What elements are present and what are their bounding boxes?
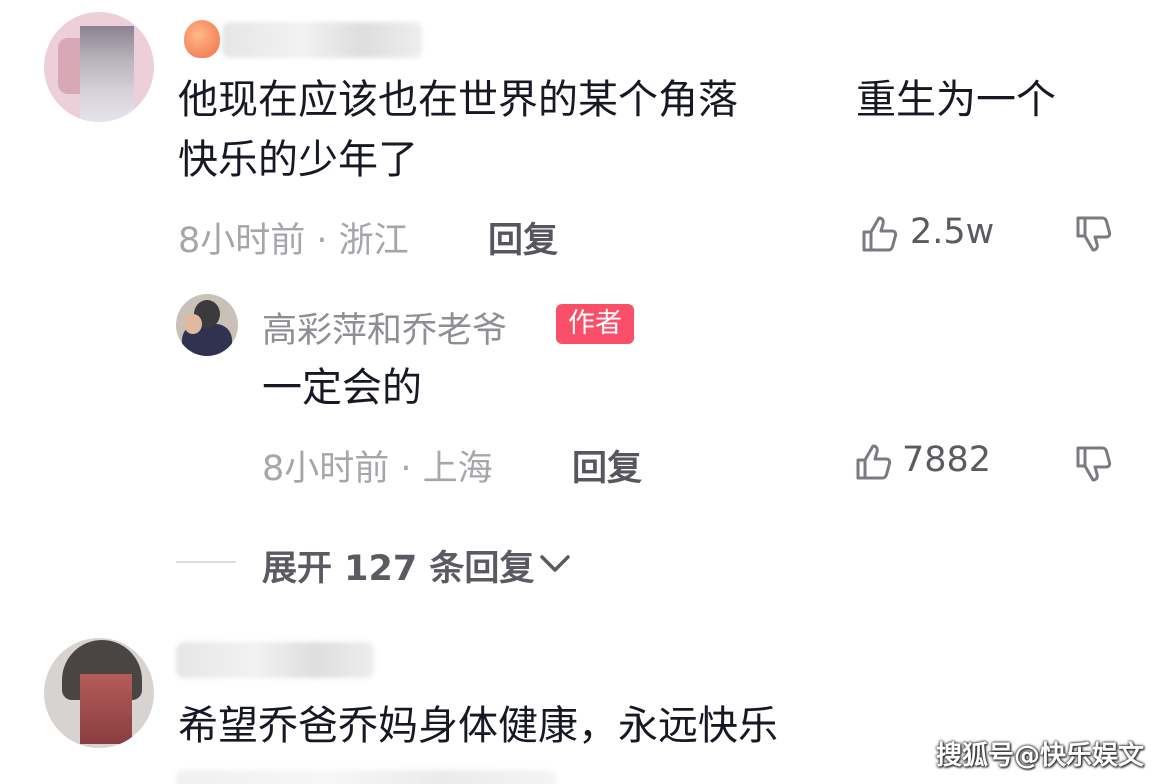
thumbs-down-icon[interactable] [1072,214,1116,258]
expand-divider [176,561,236,563]
commenter-avatar[interactable] [44,638,154,748]
author-avatar[interactable] [176,294,238,356]
author-badge: 作者 [556,304,634,344]
author-reply-button[interactable]: 回复 [572,440,642,491]
like-count: 2.5w [910,212,995,252]
cropped-meta-row [176,770,556,784]
author-like-count: 7882 [902,440,992,480]
reply-button[interactable]: 回复 [488,212,558,263]
thumbs-up-icon[interactable] [858,212,902,256]
thumbs-down-icon[interactable] [1072,444,1116,488]
comment-page: 他现在应该也在世界的某个角落 重生为一个 快乐的少年了 8小时前 · 浙江 回复… [0,0,1166,784]
author-reply-text: 一定会的 [262,365,422,411]
watermark: 搜狐号@快乐娱文 [935,741,1144,771]
peach-emoji-icon [184,20,220,58]
comment-meta: 8小时前 · 浙江 [178,221,409,261]
commenter-avatar[interactable] [44,12,154,122]
comment-text-line1: 他现在应该也在世界的某个角落 [178,77,738,123]
blurred-username[interactable] [222,22,422,58]
author-username[interactable]: 高彩萍和乔老爷 [262,302,507,353]
author-reply-meta: 8小时前 · 上海 [262,449,493,489]
chevron-down-icon[interactable] [538,548,572,578]
thumbs-up-icon[interactable] [852,440,896,484]
blurred-username[interactable] [176,642,374,678]
expand-replies-button[interactable]: 展开 127 条回复 [262,540,534,591]
comment-text-line2: 快乐的少年了 [178,137,418,183]
comment-text: 希望乔爸乔妈身体健康，永远快乐 [178,703,778,749]
comment-text-line1b: 重生为一个 [856,77,1056,123]
